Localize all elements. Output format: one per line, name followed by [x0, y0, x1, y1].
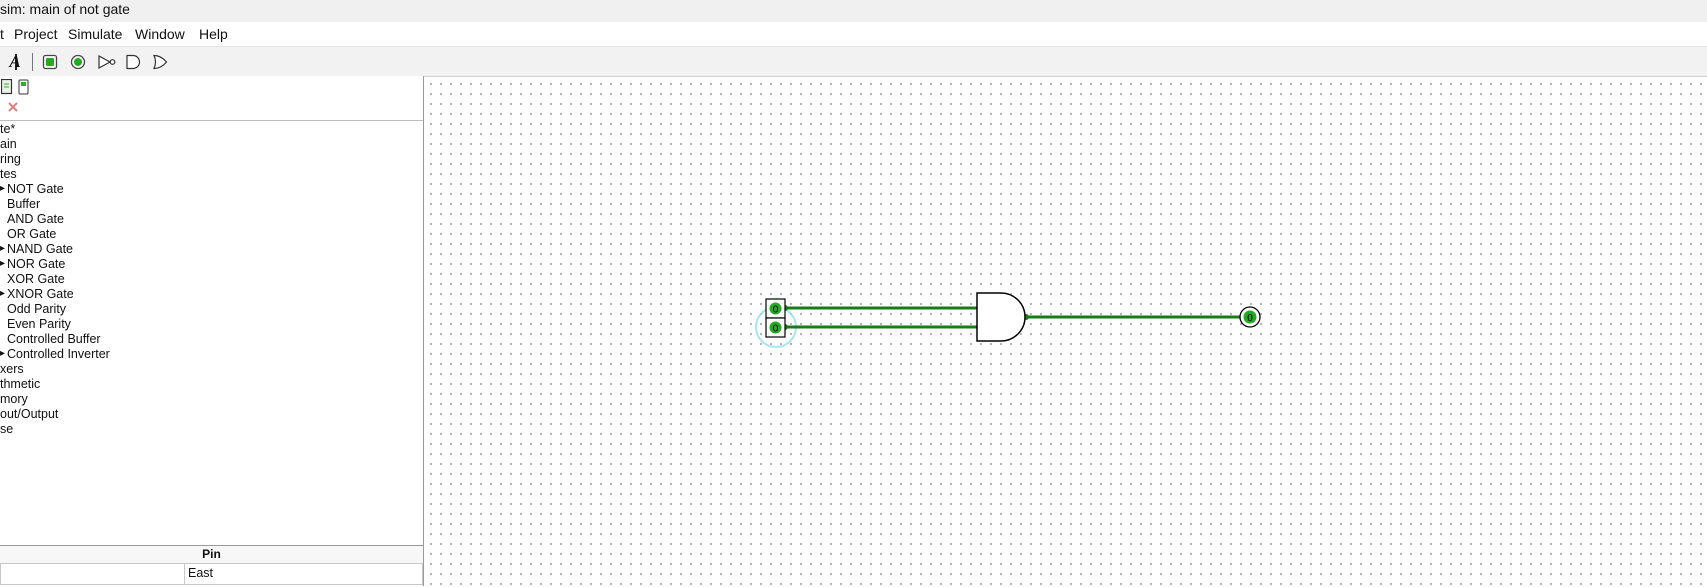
attribute-table: Pin East: [0, 545, 423, 587]
toolbox-view-icon[interactable]: [0, 79, 14, 95]
and-gate-tool-icon[interactable]: [123, 52, 143, 72]
attribute-key: [1, 564, 185, 584]
or-gate-tool-icon[interactable]: [150, 52, 170, 72]
and-gate[interactable]: [976, 292, 1026, 342]
input-pin-1-value: 0: [773, 305, 779, 316]
tree-item-label: Buffer: [7, 197, 41, 211]
tree-node-icon: ▸: [0, 288, 6, 299]
tree-item-memory[interactable]: mory: [0, 391, 28, 407]
tree-item-label: ring: [0, 152, 21, 166]
menu-help[interactable]: Help: [199, 26, 228, 42]
tree-item-label: NOR Gate: [7, 257, 66, 271]
tree-item-nand-gate[interactable]: ▸ NAND Gate: [0, 241, 73, 257]
tree-item-or-gate[interactable]: OR Gate: [7, 226, 56, 242]
tree-item-buffer[interactable]: Buffer: [7, 196, 40, 212]
tree-item-label: se: [0, 422, 14, 436]
tree-node-icon: ▸: [0, 348, 6, 359]
menu-edit[interactable]: t: [0, 26, 4, 42]
tree-item-label: NOT Gate: [7, 182, 64, 196]
tree-item-not-gate[interactable]: ▸ NOT Gate: [0, 181, 64, 197]
left-panel: te* ain ring tes ▸ NOT Gate Buffer AND Ga…: [0, 76, 424, 586]
tree-item-label: AND Gate: [7, 212, 64, 226]
text-tool[interactable]: A: [5, 52, 25, 72]
tree-item-xor-gate[interactable]: XOR Gate: [7, 271, 65, 287]
tree-item-label: XOR Gate: [7, 272, 65, 286]
tree-item-xnor-gate[interactable]: ▸ XNOR Gate: [0, 286, 74, 302]
title-bar: sim: main of not gate: [0, 0, 1707, 22]
tree-item-arithmetic[interactable]: thmetic: [0, 376, 40, 392]
tree-node-icon: ▸: [0, 258, 6, 269]
menu-simulate[interactable]: Simulate: [68, 26, 122, 42]
tree-item-label: thmetic: [0, 377, 41, 391]
explorer-tree: te* ain ring tes ▸ NOT Gate Buffer AND Ga…: [0, 120, 423, 547]
tree-item-gates[interactable]: tes: [0, 166, 17, 182]
input-pin-tool-icon[interactable]: [40, 52, 60, 72]
window-title: sim: main of not gate: [0, 1, 130, 17]
output-pin[interactable]: 0: [1239, 306, 1261, 328]
attribute-value[interactable]: East: [188, 566, 213, 580]
output-pin-tool-icon[interactable]: [68, 52, 88, 72]
attribute-row[interactable]: East: [0, 563, 423, 585]
not-gate-tool-icon[interactable]: [97, 52, 117, 72]
attribute-table-title: Pin: [0, 546, 423, 563]
tree-item-label: mory: [0, 392, 28, 406]
tree-item-even-parity[interactable]: Even Parity: [7, 316, 71, 332]
tree-item-label: ain: [0, 137, 17, 151]
tree-item-label: out/Output: [0, 407, 59, 421]
tree-item-and-gate[interactable]: AND Gate: [7, 211, 64, 227]
tree-item-project[interactable]: te*: [0, 121, 15, 137]
tree-item-nor-gate[interactable]: ▸ NOR Gate: [0, 256, 66, 272]
circuit-canvas[interactable]: 0 0 0: [424, 76, 1707, 587]
tree-item-label: tes: [0, 167, 17, 181]
tree-item-controlled-inverter[interactable]: ▸ Controlled Inverter: [0, 346, 110, 362]
tree-item-input-output[interactable]: out/Output: [0, 406, 58, 422]
delete-icon[interactable]: [6, 99, 20, 115]
tree-item-label: Even Parity: [7, 317, 71, 331]
input-pin-2[interactable]: 0: [765, 317, 786, 338]
tree-item-label: Odd Parity: [7, 302, 67, 316]
tree-item-wiring[interactable]: ring: [0, 151, 21, 167]
menu-project[interactable]: Project: [14, 26, 58, 42]
tree-item-base[interactable]: se: [0, 421, 13, 437]
tree-node-icon: ▸: [0, 243, 6, 254]
text-tool-label: A: [9, 52, 21, 71]
tree-item-label: Controlled Buffer: [7, 332, 101, 346]
tree-item-label: XNOR Gate: [7, 287, 74, 301]
toolbar-separator: [32, 53, 33, 71]
toolbar: A: [0, 47, 1707, 76]
hierarchy-view-icon[interactable]: [16, 79, 30, 95]
input-pin-1[interactable]: 0: [765, 298, 786, 319]
tree-item-label: OR Gate: [7, 227, 57, 241]
tree-item-label: xers: [0, 362, 24, 376]
menu-bar: t Project Simulate Window Help: [0, 22, 1707, 47]
output-pin-value: 0: [1247, 313, 1253, 324]
tree-item-label: NAND Gate: [7, 242, 73, 256]
tree-item-odd-parity[interactable]: Odd Parity: [7, 301, 66, 317]
menu-window[interactable]: Window: [135, 26, 185, 42]
tree-node-icon: ▸: [0, 183, 6, 194]
tree-item-label: te*: [0, 122, 16, 136]
tree-item-label: Controlled Inverter: [7, 347, 110, 361]
tree-item-main[interactable]: ain: [0, 136, 17, 152]
input-pin-2-value: 0: [773, 324, 779, 335]
tree-item-plexers[interactable]: xers: [0, 361, 24, 377]
tree-item-controlled-buffer[interactable]: Controlled Buffer: [7, 331, 101, 347]
